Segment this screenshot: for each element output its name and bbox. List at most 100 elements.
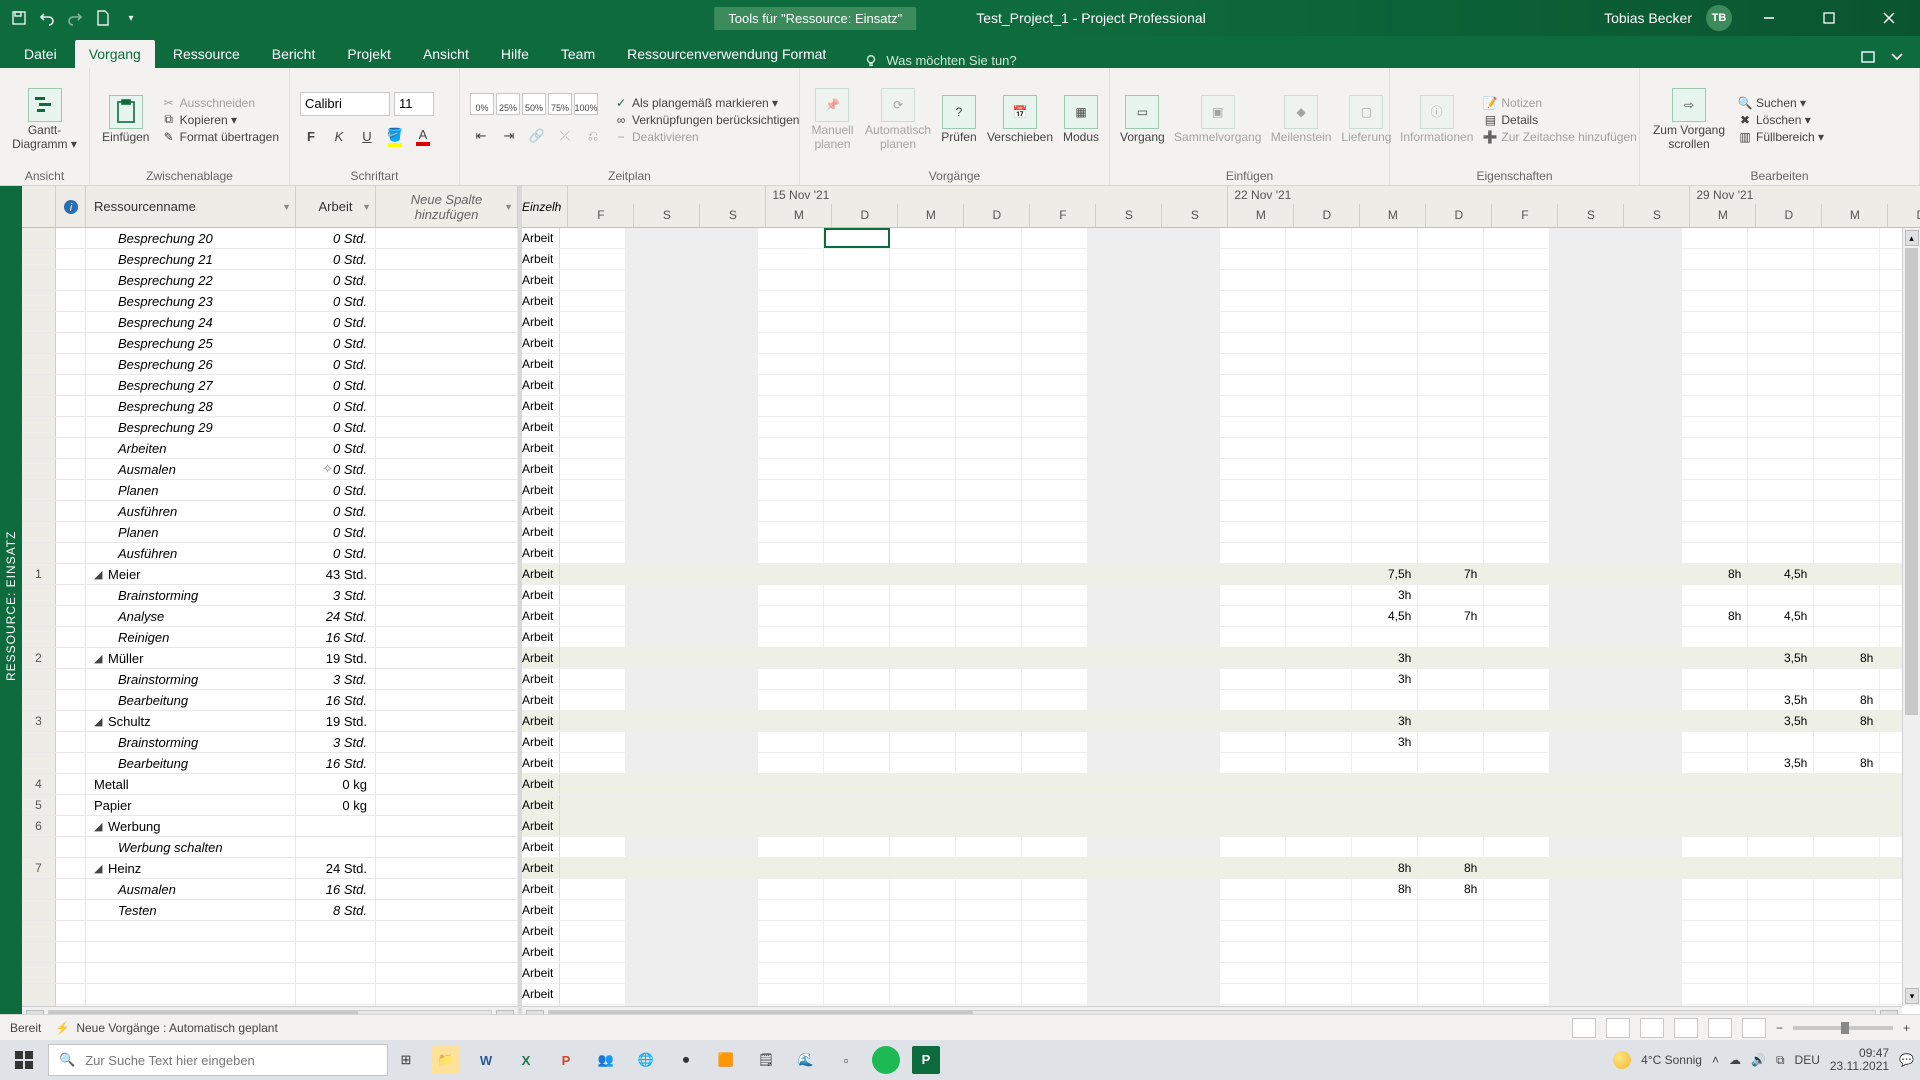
- time-cell[interactable]: [758, 858, 824, 878]
- start-button[interactable]: [0, 1040, 48, 1080]
- work-cell[interactable]: 19 Std.: [296, 711, 376, 731]
- time-cell[interactable]: [1814, 795, 1880, 815]
- time-cell[interactable]: [626, 627, 692, 647]
- time-cell[interactable]: [560, 732, 626, 752]
- time-cell[interactable]: [1286, 375, 1352, 395]
- qat-more-icon[interactable]: ▾: [122, 9, 140, 27]
- time-cell[interactable]: [758, 648, 824, 668]
- assignment-row[interactable]: [22, 942, 518, 963]
- time-cell[interactable]: [1484, 753, 1550, 773]
- time-cell[interactable]: [692, 333, 758, 353]
- time-cell[interactable]: [956, 249, 1022, 269]
- deliverable-button[interactable]: ▢Lieferung: [1341, 95, 1391, 144]
- name-cell[interactable]: Reinigen: [86, 627, 296, 647]
- day-header[interactable]: S: [1558, 204, 1624, 227]
- time-cell[interactable]: [890, 291, 956, 311]
- time-cell[interactable]: [758, 564, 824, 584]
- scroll-up-icon[interactable]: ▴: [1905, 230, 1919, 246]
- day-header[interactable]: S: [634, 204, 700, 227]
- day-header[interactable]: D: [964, 204, 1030, 227]
- inactivate-button[interactable]: −Deaktivieren: [614, 130, 799, 144]
- time-cell[interactable]: [560, 669, 626, 689]
- time-cell[interactable]: [1022, 375, 1088, 395]
- work-cell[interactable]: 16 Std.: [296, 690, 376, 710]
- time-cell[interactable]: [758, 795, 824, 815]
- time-cell[interactable]: [1286, 501, 1352, 521]
- detail-label-cell[interactable]: Arbeit: [522, 900, 560, 920]
- time-cell[interactable]: [824, 711, 890, 731]
- time-cell[interactable]: [1550, 501, 1616, 521]
- detail-label-cell[interactable]: Arbeit: [522, 228, 560, 248]
- time-cell[interactable]: [1352, 333, 1418, 353]
- time-cell[interactable]: [560, 774, 626, 794]
- time-cell[interactable]: [758, 963, 824, 983]
- time-cell[interactable]: [1352, 270, 1418, 290]
- name-cell[interactable]: Arbeiten: [86, 438, 296, 458]
- time-cell[interactable]: [626, 438, 692, 458]
- time-cell[interactable]: [956, 585, 1022, 605]
- time-cell[interactable]: [1814, 375, 1880, 395]
- time-cell[interactable]: [1682, 291, 1748, 311]
- name-cell[interactable]: Besprechung 28: [86, 396, 296, 416]
- time-cell[interactable]: [1088, 249, 1154, 269]
- time-cell[interactable]: [626, 942, 692, 962]
- week-header[interactable]: 29 Nov '21: [1690, 186, 1920, 204]
- time-cell[interactable]: [1220, 543, 1286, 563]
- time-cell[interactable]: [1814, 333, 1880, 353]
- time-cell[interactable]: [692, 816, 758, 836]
- time-cell[interactable]: [890, 648, 956, 668]
- time-cell[interactable]: [758, 879, 824, 899]
- time-cell[interactable]: [560, 291, 626, 311]
- time-cell[interactable]: [1154, 606, 1220, 626]
- row-number[interactable]: [22, 459, 56, 479]
- time-cell[interactable]: [1418, 375, 1484, 395]
- time-cell[interactable]: 3h: [1352, 648, 1418, 668]
- work-cell[interactable]: 19 Std.: [296, 648, 376, 668]
- time-cell[interactable]: [1154, 480, 1220, 500]
- time-cell[interactable]: [824, 774, 890, 794]
- time-cell[interactable]: [1352, 396, 1418, 416]
- time-cell[interactable]: [1220, 963, 1286, 983]
- time-cell[interactable]: [1484, 648, 1550, 668]
- name-cell[interactable]: Testen: [86, 900, 296, 920]
- time-cell[interactable]: [758, 711, 824, 731]
- time-cell[interactable]: [1748, 879, 1814, 899]
- name-cell[interactable]: Werbung schalten: [86, 837, 296, 857]
- time-cell[interactable]: [1814, 984, 1880, 1004]
- empty-cell[interactable]: [376, 879, 518, 899]
- time-cell[interactable]: [1682, 711, 1748, 731]
- time-cell[interactable]: [1616, 669, 1682, 689]
- time-cell[interactable]: [1484, 480, 1550, 500]
- time-cell[interactable]: [1748, 354, 1814, 374]
- time-cell[interactable]: [1088, 879, 1154, 899]
- day-header[interactable]: M: [1690, 204, 1756, 227]
- view-strip[interactable]: RESSOURCE: EINSATZ: [0, 186, 22, 1026]
- time-cell[interactable]: [1616, 564, 1682, 584]
- work-cell[interactable]: 0 Std.: [296, 375, 376, 395]
- time-cell[interactable]: [1616, 459, 1682, 479]
- time-cell[interactable]: [956, 270, 1022, 290]
- time-cell[interactable]: [1484, 732, 1550, 752]
- time-cell[interactable]: [1088, 417, 1154, 437]
- time-cell[interactable]: [1550, 333, 1616, 353]
- time-cell[interactable]: [1286, 984, 1352, 1004]
- detail-label-cell[interactable]: Arbeit: [522, 333, 560, 353]
- time-cell[interactable]: [1814, 270, 1880, 290]
- row-number[interactable]: [22, 753, 56, 773]
- time-cell[interactable]: [956, 879, 1022, 899]
- time-cell[interactable]: [1814, 858, 1880, 878]
- time-cell[interactable]: [1484, 228, 1550, 248]
- row-number[interactable]: [22, 312, 56, 332]
- time-cell[interactable]: [626, 396, 692, 416]
- time-cell[interactable]: [692, 837, 758, 857]
- spotify-icon[interactable]: [872, 1046, 900, 1074]
- time-cell[interactable]: [1418, 984, 1484, 1004]
- time-cell[interactable]: [1088, 732, 1154, 752]
- assignment-row[interactable]: Ausführen0 Std.: [22, 501, 518, 522]
- name-cell[interactable]: Ausmalen: [86, 879, 296, 899]
- cut-button[interactable]: ✂Ausschneiden: [162, 96, 279, 110]
- time-cell[interactable]: [1088, 501, 1154, 521]
- name-column-header[interactable]: Ressourcenname▼: [86, 186, 296, 227]
- name-cell[interactable]: Besprechung 22: [86, 270, 296, 290]
- time-cell[interactable]: [1220, 837, 1286, 857]
